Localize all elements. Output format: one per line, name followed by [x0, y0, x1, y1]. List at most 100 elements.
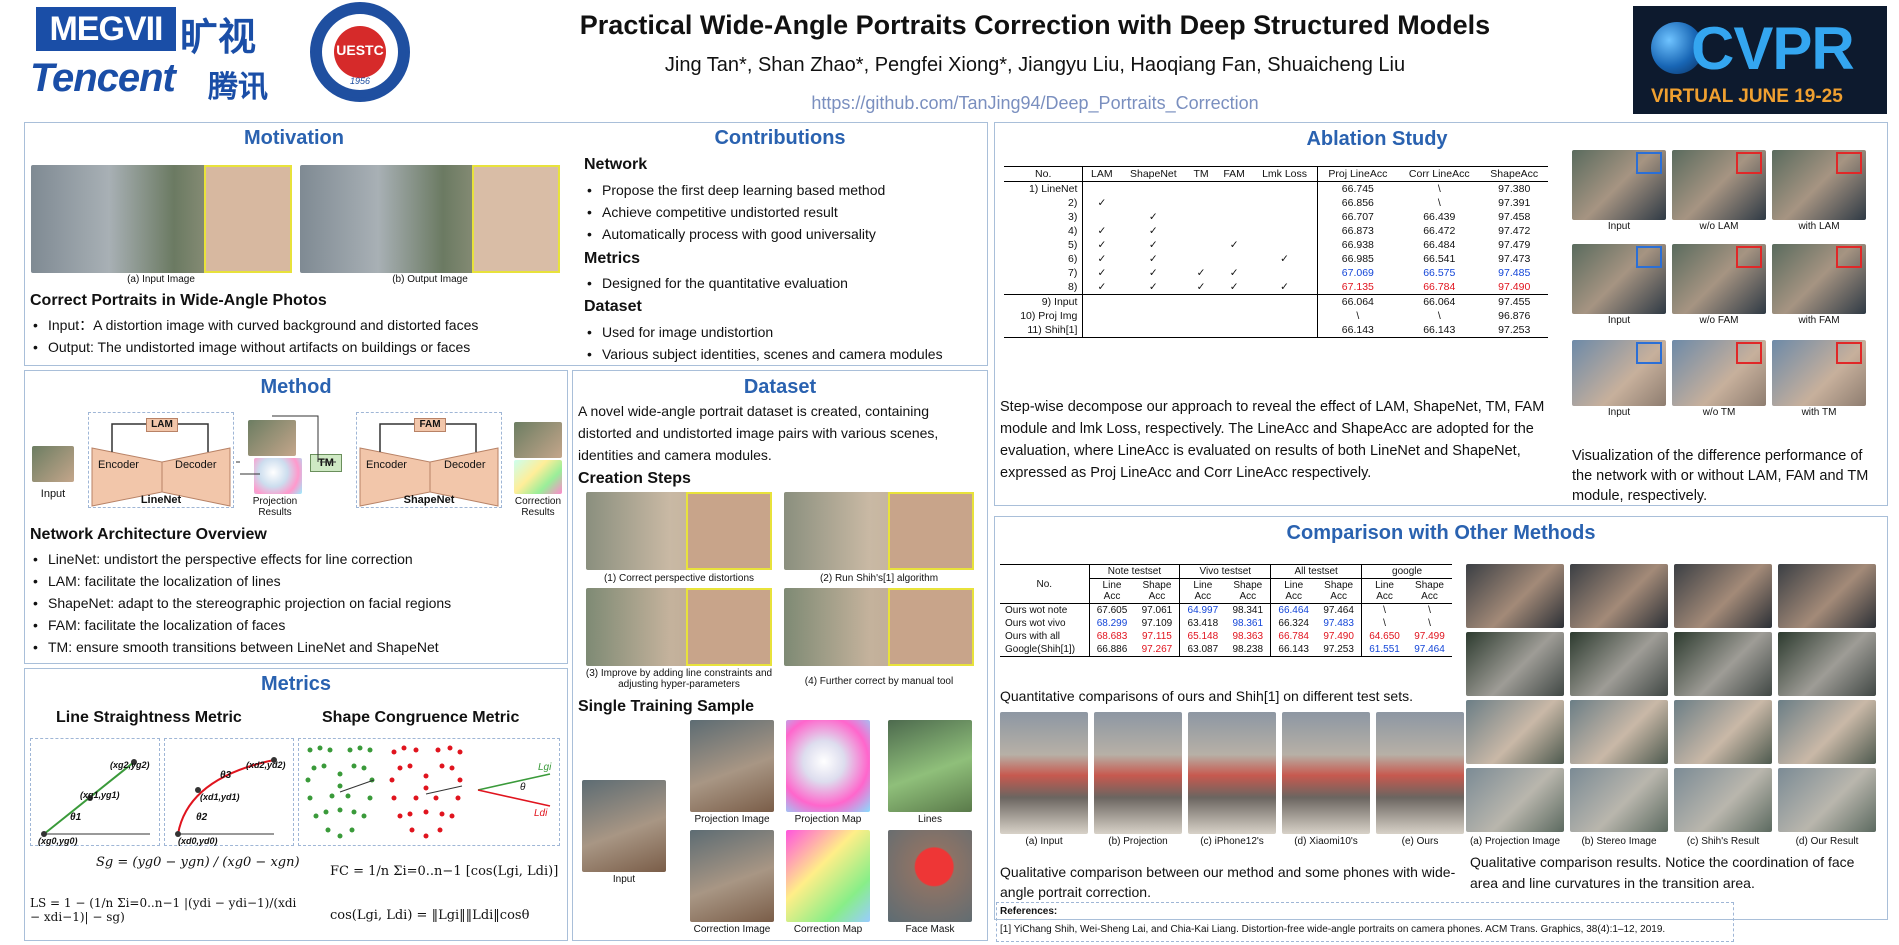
ablation-description: Step-wise decompose our approach to reve…	[1000, 399, 1545, 481]
ablation-cell: 97.253	[1498, 324, 1531, 336]
contribution-item: Various subject identities, scenes and c…	[584, 343, 988, 365]
face-landmarks-red	[389, 745, 463, 839]
motivation-subtitle: Correct Portraits in Wide-Angle Photos	[30, 292, 327, 309]
step2-caption: (2) Run Shih's[1] algorithm	[819, 573, 939, 584]
phone-comparison-label: (d) Xiaomi10's	[1294, 836, 1358, 847]
ablation-cell: 67.069	[1341, 267, 1374, 279]
ablation-cell: 1) LineNet	[1004, 181, 1084, 196]
method-comparison-photo	[1778, 632, 1876, 696]
method-bullet: LAM: facilitate the localization of line…	[30, 570, 566, 592]
ablation-vis-label: Input	[1607, 315, 1631, 326]
comparison-cell: 98.341	[1225, 603, 1272, 617]
projection-results-label: Projection Results	[252, 496, 298, 518]
ablation-cell: 11) Shih[1]	[1004, 323, 1084, 338]
comparison-subheader: Line Acc	[1102, 580, 1122, 602]
point-label: (xg1,yg1)	[80, 790, 120, 800]
ablation-cell	[1186, 238, 1215, 252]
ablation-cell: 9) Input	[1004, 294, 1084, 309]
method-input-label: Input	[40, 488, 66, 500]
phone-comparison-photo	[1376, 712, 1464, 834]
comparison-subheader: Line Acc	[1375, 580, 1394, 602]
method-comparison-photo	[1674, 768, 1772, 832]
single-training-heading: Single Training Sample	[578, 698, 755, 715]
comparison-cell: 63.087	[1187, 644, 1219, 655]
contributions-network-list: Propose the first deep learning based me…	[584, 179, 984, 245]
ablation-cell: 66.745	[1341, 183, 1374, 195]
comparison-cell: 97.061	[1134, 603, 1181, 617]
ablation-cell: 66.064	[1341, 296, 1374, 308]
ablation-cell: 97.380	[1498, 183, 1531, 195]
ablation-row: 6) ✓ ✓ ✓ 66.985 66.541 97.473	[1004, 252, 1548, 266]
comparison-cell: 67.605	[1096, 605, 1128, 616]
github-link[interactable]: https://github.com/TanJing94/Deep_Portra…	[420, 93, 1650, 114]
ablation-row: 4) ✓ ✓ 66.873 66.472 97.472	[1004, 224, 1548, 238]
comparison-cell: 64.997	[1187, 605, 1219, 616]
ablation-vis-label: Input	[1607, 407, 1631, 418]
ablation-header: LAM	[1091, 168, 1113, 180]
ablation-cell	[1252, 266, 1318, 280]
sample-input-label: Input	[612, 874, 636, 885]
ablation-cell: 66.938	[1341, 239, 1374, 251]
comparison-subheader: Shape Acc	[1415, 580, 1444, 602]
ablation-cell: 97.479	[1498, 239, 1531, 251]
ablation-vis-highlight-box	[1736, 342, 1762, 364]
ablation-cell: ✓	[1097, 225, 1107, 237]
phone-comparison-label: (b) Projection	[1108, 836, 1168, 847]
uestc-logo: UESTC 1956	[310, 2, 410, 102]
comparison-subheader: Shape Acc	[1134, 578, 1181, 604]
comparison-cell: 68.683	[1096, 631, 1128, 642]
poster-title: Practical Wide-Angle Portraits Correctio…	[579, 10, 1491, 40]
shapenet-label: ShapeNet	[403, 494, 455, 506]
ablation-vis-highlight-box	[1736, 152, 1762, 174]
comparison-cell: 97.490	[1316, 630, 1363, 643]
ablation-row: 3) ✓ 66.707 66.439 97.458	[1004, 210, 1548, 224]
caption-input-image: (a) Input Image	[127, 274, 195, 285]
ablation-vis-label: with FAM	[1798, 315, 1840, 326]
ablation-title: Ablation Study	[1306, 128, 1448, 150]
correction-result-photo	[514, 422, 562, 458]
ablation-vis-label: w/o FAM	[1699, 315, 1739, 326]
comparison-row: Ours wot note 67.605 97.061 64.997 98.341 66.…	[1000, 603, 1452, 617]
tencent-logo: Tencent	[30, 56, 176, 100]
shapenet-encoder-label: Encoder	[366, 459, 407, 471]
megvii-cn-logo: 旷视	[180, 17, 257, 59]
formula-fc: FC = 1/n Σi=0..n−1 [cos(Lgi, Ldi)]	[330, 864, 559, 879]
theta-label: θ	[520, 782, 526, 793]
ablation-row: 8) ✓ ✓ ✓ ✓ ✓ 67.135 66.784 97.490	[1004, 280, 1548, 295]
correction-map-label: Correction Map	[793, 924, 863, 935]
ablation-cell	[1252, 323, 1318, 338]
method-comparison-photo	[1466, 768, 1564, 832]
comparison-cell: 65.148	[1187, 631, 1219, 642]
comparison-cell: 97.253	[1316, 643, 1363, 657]
creation-steps-heading: Creation Steps	[578, 470, 691, 487]
ablation-cell: 97.473	[1498, 253, 1531, 265]
ablation-row: 9) Input 66.064 66.064 97.455	[1004, 294, 1548, 309]
ablation-cell: 66.707	[1341, 211, 1374, 223]
comparison-cell: 61.551	[1369, 644, 1400, 655]
ablation-vis-highlight-box	[1636, 152, 1662, 174]
ablation-cell: 66.064	[1423, 296, 1456, 308]
ablation-cell: ✓	[1148, 253, 1158, 265]
correction-image-label: Correction Image	[693, 924, 771, 935]
ablation-cell	[1186, 323, 1215, 338]
comparison-cell: 97.499	[1414, 631, 1445, 642]
ablation-visualization-caption: Visualization of the difference performa…	[1572, 448, 1869, 504]
reference-item: [1] YiChang Shih, Wei-Sheng Lai, and Chi…	[1000, 924, 1666, 935]
ablation-cell: ✓	[1229, 239, 1239, 251]
ablation-cell	[1120, 323, 1186, 338]
ablation-row: 11) Shih[1] 66.143 66.143 97.253	[1004, 323, 1548, 338]
method-bullet: FAM: facilitate the localization of face…	[30, 614, 566, 636]
fam-label: FAM	[414, 418, 446, 432]
ablation-cell: 66.541	[1423, 253, 1456, 265]
phone-comparison-photo	[1188, 712, 1276, 834]
caption-output-image: (b) Output Image	[392, 274, 468, 285]
method-comparison-label: (a) Projection Image	[1469, 836, 1561, 847]
comparison-table-caption: Quantitative comparisons of ours and Shi…	[1000, 688, 1413, 704]
comparison-cell: 63.418	[1187, 618, 1219, 629]
step1-caption: (1) Correct perspective distortions	[603, 573, 755, 584]
method-comparison-photo	[1674, 564, 1772, 628]
lg-label: Lgi	[538, 762, 552, 773]
ablation-cell: 66.856	[1341, 197, 1374, 209]
ablation-header: Corr LineAcc	[1408, 168, 1470, 180]
ablation-cell: 3)	[1004, 210, 1084, 224]
